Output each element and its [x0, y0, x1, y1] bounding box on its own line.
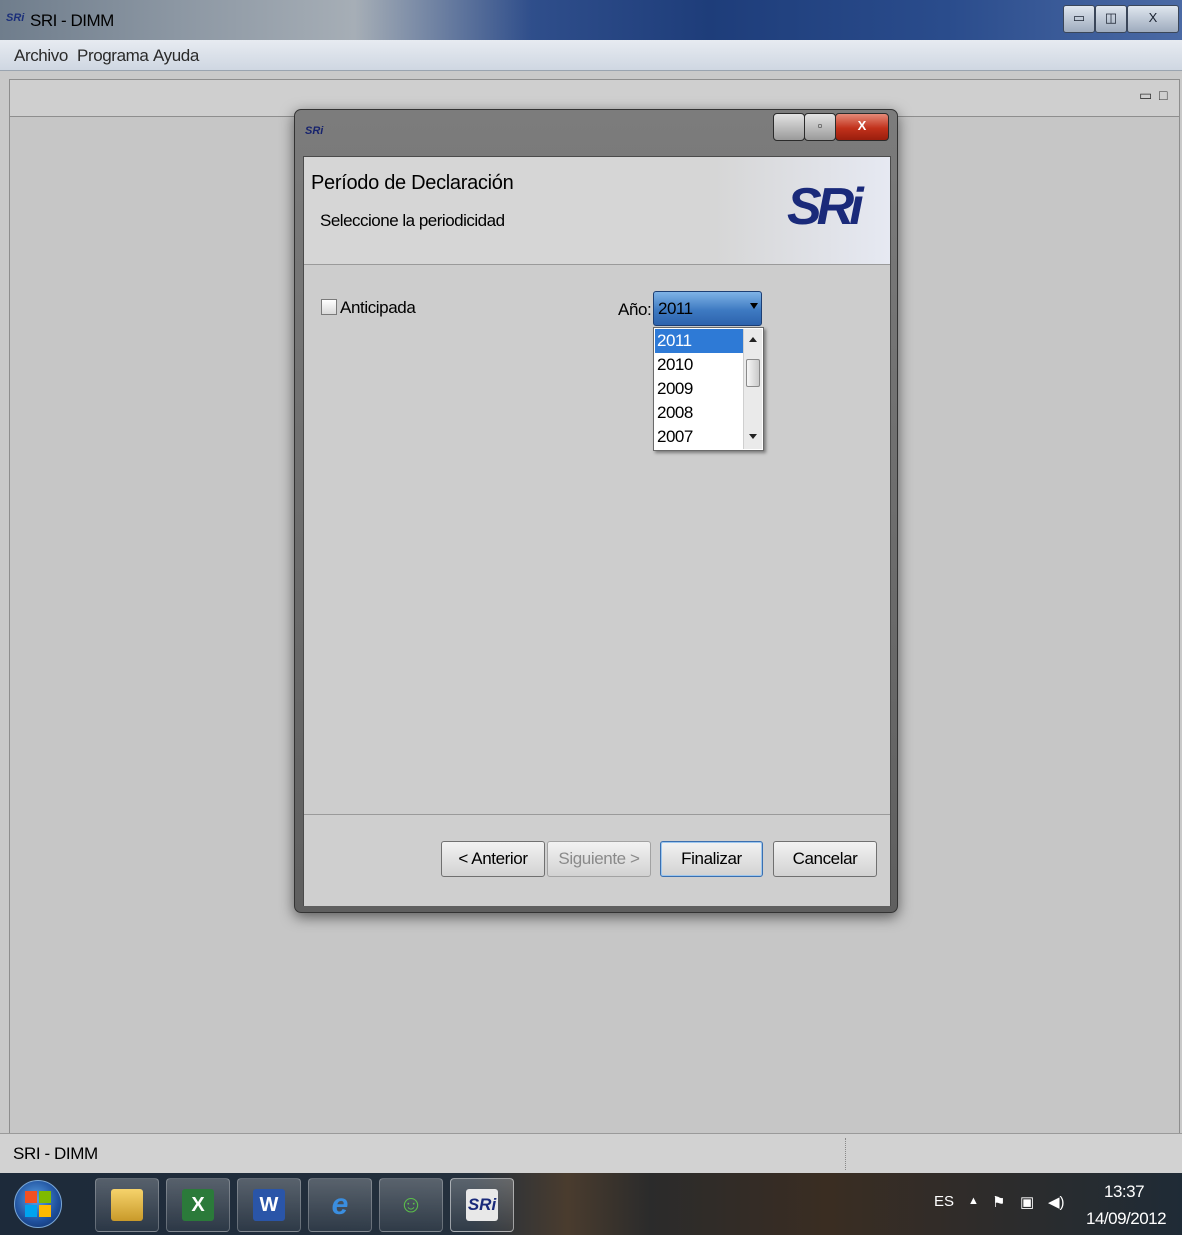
- maximize-view-icon[interactable]: □: [1159, 87, 1167, 103]
- show-hidden-icons-icon[interactable]: ▲: [968, 1195, 979, 1207]
- word-icon: W: [253, 1189, 285, 1221]
- taskbar-messenger[interactable]: ☺: [379, 1178, 443, 1232]
- dialog-body: Período de Declaración Seleccione la per…: [303, 156, 891, 906]
- status-divider: [845, 1138, 846, 1170]
- taskbar: X W e ☺ SRi ES ▲ ⚑ ▣ ◀) 13:37 14/09/2012: [0, 1173, 1182, 1235]
- dialog-close-button[interactable]: X: [835, 113, 889, 141]
- year-selected-value: 2011: [658, 299, 693, 318]
- minimize-button[interactable]: ▭: [1063, 5, 1095, 33]
- start-button[interactable]: [14, 1180, 62, 1228]
- menu-bar: Archivo Programa Ayuda: [0, 40, 1182, 71]
- language-indicator[interactable]: ES: [934, 1193, 954, 1210]
- year-dropdown-list: 2011 2010 2009 2008 2007: [653, 327, 764, 451]
- menu-archivo[interactable]: Archivo: [14, 46, 68, 66]
- periodo-dialog: SRi ▫ X Período de Declaración Seleccion…: [294, 109, 898, 913]
- year-option[interactable]: 2007: [655, 425, 745, 449]
- dialog-footer: < Anterior Siguiente > Finalizar Cancela…: [304, 814, 890, 906]
- network-icon[interactable]: ▣: [1020, 1193, 1034, 1211]
- scroll-up-icon[interactable]: [749, 337, 757, 342]
- anticipada-label[interactable]: Anticipada: [340, 298, 416, 318]
- taskbar-sri[interactable]: SRi: [450, 1178, 514, 1232]
- year-option[interactable]: 2011: [655, 329, 745, 353]
- messenger-icon: ☺: [398, 1191, 424, 1218]
- action-center-flag-icon[interactable]: ⚑: [992, 1193, 1005, 1211]
- taskbar-ie[interactable]: e: [308, 1178, 372, 1232]
- year-option[interactable]: 2008: [655, 401, 745, 425]
- year-label: Año:: [618, 300, 652, 319]
- dialog-restore-button[interactable]: ▫: [804, 113, 836, 141]
- taskbar-word[interactable]: W: [237, 1178, 301, 1232]
- scroll-thumb[interactable]: [746, 359, 760, 387]
- status-text: SRI - DIMM: [13, 1144, 98, 1163]
- finalizar-button[interactable]: Finalizar: [660, 841, 763, 877]
- folder-icon: [111, 1189, 143, 1221]
- taskbar-explorer[interactable]: [95, 1178, 159, 1232]
- year-option[interactable]: 2009: [655, 377, 745, 401]
- year-combobox[interactable]: 2011: [653, 291, 762, 326]
- close-button[interactable]: X: [1127, 5, 1179, 33]
- volume-icon[interactable]: ◀): [1048, 1193, 1065, 1211]
- sri-logo: SRi: [787, 178, 864, 236]
- status-bar: SRI - DIMM: [0, 1133, 1182, 1174]
- menu-programa[interactable]: Programa: [77, 46, 149, 66]
- scroll-down-icon[interactable]: [749, 434, 757, 439]
- dialog-app-icon: SRi: [305, 125, 324, 137]
- windows-logo-icon: [25, 1191, 37, 1203]
- cancelar-button[interactable]: Cancelar: [773, 841, 877, 877]
- sri-icon: SRi: [466, 1189, 498, 1221]
- anticipada-checkbox[interactable]: [321, 299, 337, 315]
- dropdown-scrollbar[interactable]: [743, 329, 762, 449]
- excel-icon: X: [182, 1189, 214, 1221]
- dialog-minimize-button[interactable]: [773, 113, 805, 141]
- clock-date[interactable]: 14/09/2012: [1086, 1209, 1167, 1229]
- dialog-subtitle: Seleccione la periodicidad: [320, 211, 505, 230]
- restore-button[interactable]: ◫: [1095, 5, 1127, 33]
- window-title: SRI - DIMM: [30, 11, 114, 30]
- year-option[interactable]: 2010: [655, 353, 745, 377]
- minimize-view-icon[interactable]: ▭: [1139, 87, 1152, 104]
- internet-explorer-icon: e: [331, 1188, 349, 1221]
- siguiente-button[interactable]: Siguiente >: [547, 841, 651, 877]
- menu-ayuda[interactable]: Ayuda: [153, 46, 199, 66]
- anterior-button[interactable]: < Anterior: [441, 841, 545, 877]
- chevron-down-icon[interactable]: [750, 303, 758, 309]
- dialog-header: Período de Declaración Seleccione la per…: [304, 157, 890, 265]
- clock-time[interactable]: 13:37: [1104, 1182, 1145, 1202]
- taskbar-excel[interactable]: X: [166, 1178, 230, 1232]
- app-icon: SRi: [6, 12, 25, 24]
- window-title-bar: SRi SRI - DIMM ▭ ◫ X: [0, 0, 1182, 40]
- dialog-title: Período de Declaración: [311, 172, 514, 194]
